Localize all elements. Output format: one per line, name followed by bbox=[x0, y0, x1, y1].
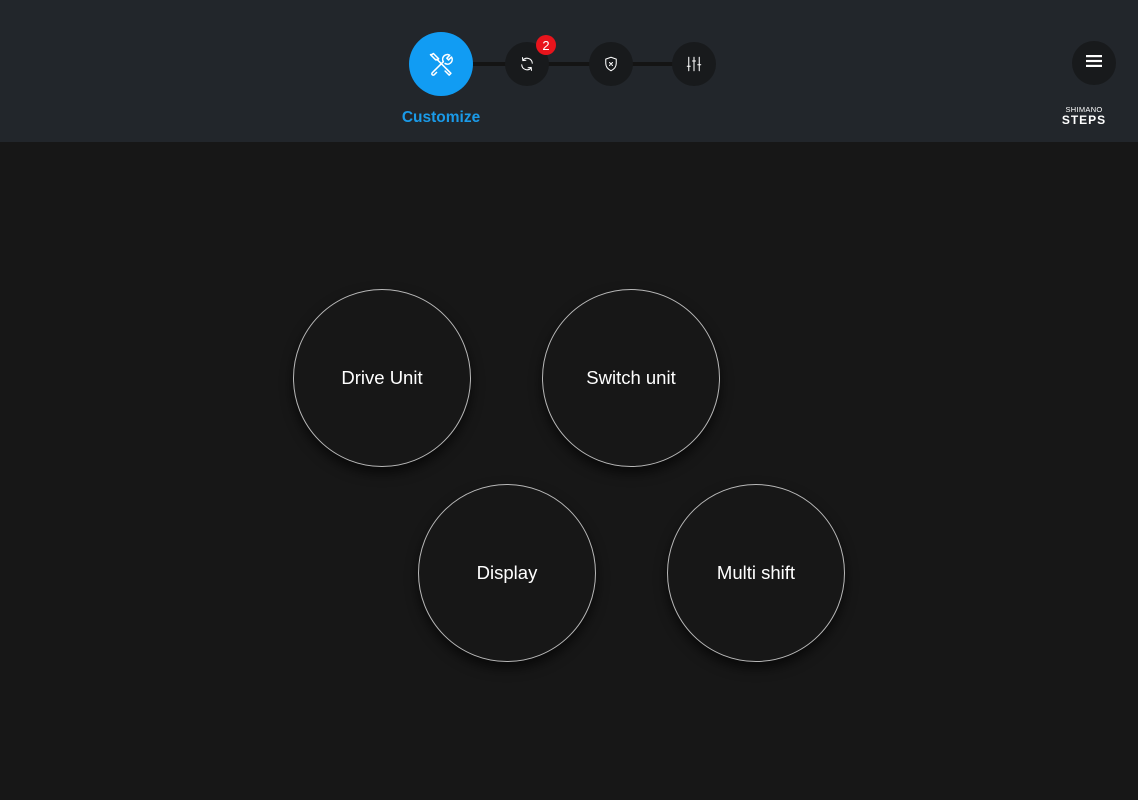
drive-unit-label: Drive Unit bbox=[341, 367, 423, 388]
update-count-badge: 2 bbox=[536, 35, 556, 55]
active-step-label: Customize bbox=[401, 109, 481, 126]
multi-shift-label: Multi shift bbox=[716, 562, 796, 583]
shield-x-icon bbox=[602, 55, 620, 73]
sync-icon bbox=[518, 55, 536, 73]
step-customize[interactable] bbox=[409, 32, 473, 96]
switch-unit-label: Switch unit bbox=[586, 367, 676, 388]
logo-product: STEPS bbox=[1061, 113, 1107, 127]
stepper-track bbox=[441, 62, 694, 66]
switch-unit-button[interactable]: Switch unit bbox=[542, 289, 720, 467]
tools-icon bbox=[427, 50, 455, 78]
top-header: 2 Customize SHIMANO STEPS bbox=[0, 0, 1138, 142]
step-settings[interactable] bbox=[672, 42, 716, 86]
drive-unit-button[interactable]: Drive Unit bbox=[293, 289, 471, 467]
display-label: Display bbox=[476, 562, 538, 583]
shimano-steps-logo: SHIMANO STEPS bbox=[1054, 105, 1114, 127]
display-button[interactable]: Display bbox=[418, 484, 596, 662]
menu-button[interactable] bbox=[1072, 41, 1116, 85]
multi-shift-button[interactable]: Multi shift bbox=[667, 484, 845, 662]
step-error-log[interactable] bbox=[589, 42, 633, 86]
hamburger-icon bbox=[1086, 54, 1102, 72]
sliders-icon bbox=[685, 55, 703, 73]
